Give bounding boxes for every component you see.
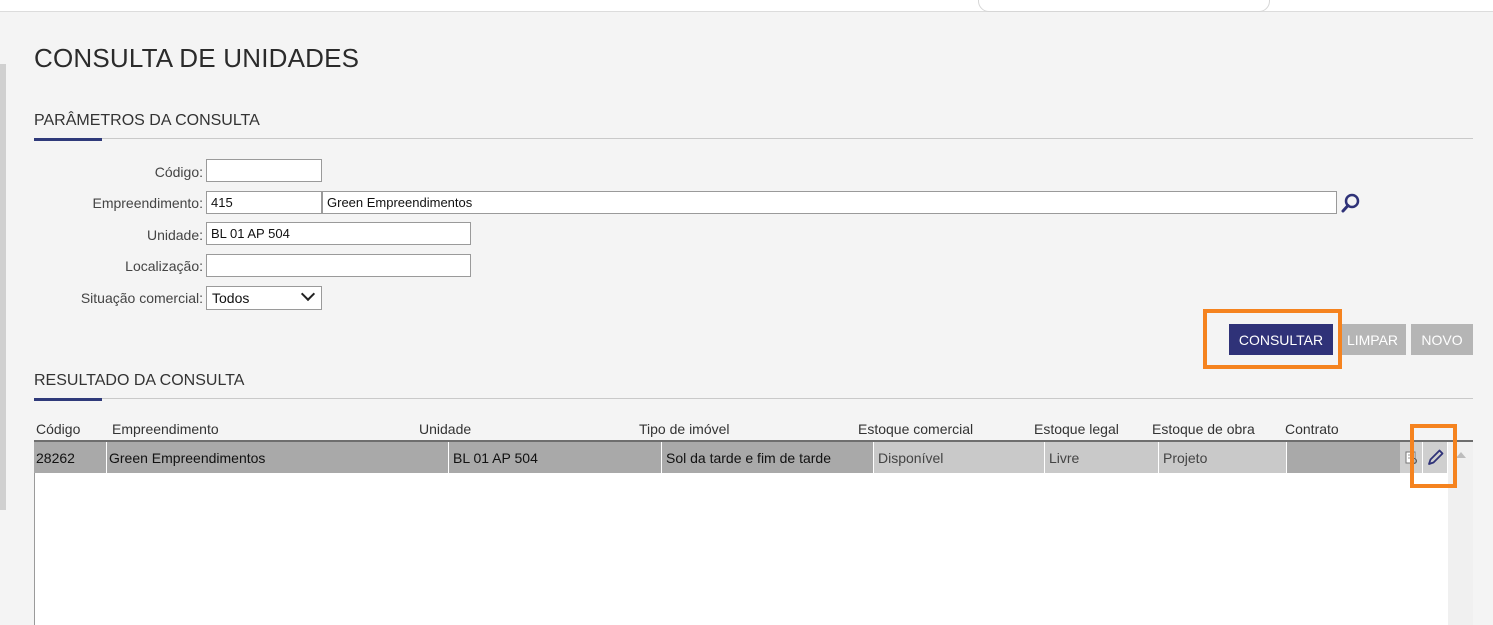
- unidade-label: Unidade:: [146, 227, 203, 243]
- magnifier-icon: [1341, 193, 1360, 213]
- cell-estoque-legal: Livre: [1044, 442, 1158, 473]
- cell-unidade: BL 01 AP 504: [448, 442, 661, 473]
- codigo-input[interactable]: [206, 159, 322, 182]
- scroll-up-arrow-icon[interactable]: [1456, 452, 1466, 458]
- cell-empreendimento: Green Empreendimentos: [106, 442, 448, 473]
- limpar-button[interactable]: LIMPAR: [1339, 324, 1406, 355]
- search-empreendimento-button[interactable]: [1339, 191, 1363, 215]
- cell-estoque-obra: Projeto: [1158, 442, 1286, 473]
- column-header-contrato[interactable]: Contrato: [1285, 421, 1339, 437]
- column-header-tipo[interactable]: Tipo de imóvel: [639, 421, 730, 437]
- column-header-codigo[interactable]: Código: [36, 421, 80, 437]
- novo-button[interactable]: NOVO: [1411, 324, 1473, 355]
- top-search-pill[interactable]: [978, 0, 1270, 12]
- params-section-title: PARÂMETROS DA CONSULTA: [34, 112, 260, 129]
- highlight-edit: [1410, 424, 1457, 488]
- browser-top-bar: [0, 0, 1493, 12]
- localizacao-label: Localização:: [125, 258, 203, 274]
- codigo-label: Código:: [154, 164, 203, 180]
- column-header-unidade[interactable]: Unidade: [419, 421, 471, 437]
- results-section-accent: [34, 398, 102, 401]
- situacao-selected-value: Todos: [212, 290, 250, 306]
- chevron-down-icon: [300, 286, 316, 302]
- situacao-label: Situação comercial:: [80, 290, 203, 306]
- cell-codigo: 28262: [34, 442, 106, 473]
- cell-estoque-comercial: Disponível: [873, 442, 1044, 473]
- params-section-accent: [34, 138, 102, 141]
- column-header-estoque-legal[interactable]: Estoque legal: [1034, 421, 1119, 437]
- column-header-estoque-obra[interactable]: Estoque de obra: [1152, 421, 1255, 437]
- page-title: CONSULTA DE UNIDADES: [34, 43, 360, 73]
- highlight-consultar: [1203, 309, 1342, 369]
- unidade-input[interactable]: [206, 222, 471, 245]
- params-section-rule: [34, 138, 1473, 139]
- results-section-rule: [34, 398, 1473, 399]
- localizacao-input[interactable]: [206, 254, 471, 277]
- situacao-select[interactable]: Todos: [206, 286, 322, 310]
- cell-contrato: [1286, 442, 1400, 473]
- column-header-empreendimento[interactable]: Empreendimento: [112, 421, 219, 437]
- column-header-estoque-comercial[interactable]: Estoque comercial: [858, 421, 973, 437]
- results-section-title: RESULTADO DA CONSULTA: [34, 372, 245, 389]
- empreendimento-label: Empreendimento:: [92, 195, 203, 211]
- empreendimento-code-input[interactable]: [206, 191, 322, 214]
- empreendimento-name-input[interactable]: [322, 191, 1337, 214]
- left-edge-strip: [0, 64, 6, 510]
- cell-tipo: Sol da tarde e fim de tarde: [661, 442, 873, 473]
